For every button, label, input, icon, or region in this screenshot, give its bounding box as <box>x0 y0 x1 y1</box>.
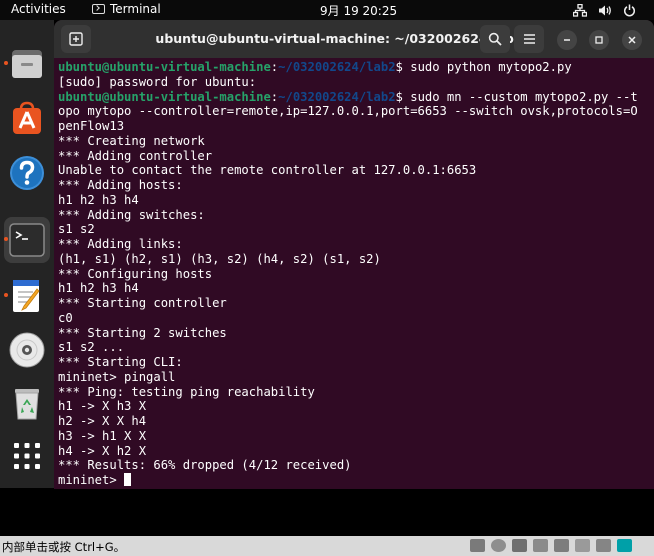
usb-icon[interactable] <box>533 539 548 552</box>
trash-icon <box>15 389 39 420</box>
terminal-window: ubuntu@ubuntu-virtual-machine: ~/0320026… <box>54 20 654 489</box>
search-button[interactable] <box>480 25 510 53</box>
dock-item-files[interactable] <box>4 41 50 87</box>
text-cursor <box>124 473 132 486</box>
terminal-line: *** Adding links: <box>58 237 183 251</box>
terminal-line: ubuntu@ubuntu-virtual-machine:~/03200262… <box>58 89 638 104</box>
prompt-user: ubuntu@ubuntu-virtual-machine <box>58 89 271 104</box>
terminal-line: c0 <box>58 310 73 325</box>
text-editor-icon <box>13 280 40 312</box>
vm-hint-text: 内部单击或按 Ctrl+G。 <box>2 540 126 554</box>
vm-device-icons <box>470 539 632 552</box>
terminal-line: *** Starting 2 switches <box>58 325 227 340</box>
terminal-line: *** Configuring hosts <box>58 266 213 281</box>
app-grid-icon <box>14 443 40 469</box>
terminal-line: h3 -> h1 X X <box>58 428 147 443</box>
dock-item-terminal[interactable] <box>4 217 50 263</box>
dock-item-trash[interactable] <box>4 381 50 427</box>
prompt-user: ubuntu@ubuntu-virtual-machine <box>58 60 271 74</box>
prompt-path: ~/032002624/lab2 <box>278 89 396 104</box>
dock-item-app-center[interactable] <box>4 95 50 141</box>
terminal-line: h2 -> X X h4 <box>58 414 147 428</box>
power-icon <box>623 4 636 16</box>
terminal-output[interactable]: ubuntu@ubuntu-virtual-machine:~/03200262… <box>58 59 654 489</box>
terminal-line: [sudo] password for ubuntu: <box>58 74 257 89</box>
dock-item-help[interactable] <box>4 150 50 196</box>
command-text: sudo mn --custom mytopo2.py --t <box>402 89 638 104</box>
terminal-line: h1 h2 h3 h4 <box>58 281 139 296</box>
network-adapter-icon[interactable] <box>512 539 527 552</box>
terminal-line: h1 h2 h3 h4 <box>58 192 139 207</box>
running-indicator <box>4 237 8 241</box>
terminal-line: *** Results: 66% dropped (4/12 received) <box>58 458 352 473</box>
maximize-button[interactable] <box>589 30 609 50</box>
terminal-icon <box>9 223 45 257</box>
minimize-button[interactable] <box>557 30 577 50</box>
search-icon <box>488 32 502 46</box>
new-tab-button[interactable] <box>61 25 91 53</box>
dvd-icon <box>9 332 45 368</box>
terminal-line: *** Starting CLI: <box>58 355 183 369</box>
dock <box>0 20 54 488</box>
terminal-line: *** Starting controller <box>58 296 227 310</box>
display-icon[interactable] <box>596 539 611 552</box>
dock-item-text-editor[interactable] <box>4 273 50 319</box>
clock[interactable]: 9月 19 20:25 <box>320 2 397 19</box>
terminal-line: h4 -> X h2 X <box>58 443 147 458</box>
terminal-line: Unable to contact the remote controller … <box>58 163 477 178</box>
terminal-line: *** Adding switches: <box>58 207 205 222</box>
top-bar: Activities Terminal 9月 19 20:25 <box>0 0 654 20</box>
hamburger-menu-button[interactable] <box>514 25 544 53</box>
terminal-line: (h1, s1) (h2, s1) (h3, s2) (h4, s2) (s1,… <box>58 251 381 266</box>
sound-icon[interactable] <box>554 539 569 552</box>
terminal-line: *** Ping: testing ping reachability <box>58 384 315 399</box>
help-icon <box>10 156 44 190</box>
window-title: ubuntu@ubuntu-virtual-machine: ~/0320026… <box>155 31 523 46</box>
app-center-icon <box>13 101 41 134</box>
system-tray[interactable] <box>573 2 636 18</box>
terminal-line: mininet> pingall <box>58 369 176 384</box>
prompt-path: ~/032002624/lab2 <box>278 60 396 74</box>
terminal-line: h1 -> X h3 X <box>58 399 147 414</box>
network-icon <box>573 3 587 17</box>
maximize-icon <box>595 36 603 44</box>
app-menu-label: Terminal <box>110 2 161 16</box>
minimize-icon <box>564 39 570 41</box>
close-icon <box>628 36 636 44</box>
terminal-line: ubuntu@ubuntu-virtual-machine:~/03200262… <box>58 60 572 74</box>
window-header-bar[interactable]: ubuntu@ubuntu-virtual-machine: ~/0320026… <box>54 20 654 58</box>
terminal-line: *** Adding hosts: <box>58 178 183 192</box>
printer-icon[interactable] <box>575 539 590 552</box>
files-icon <box>12 50 42 78</box>
mininet-prompt: mininet> <box>58 473 125 487</box>
close-button[interactable] <box>622 30 642 50</box>
dock-item-dvd[interactable] <box>4 327 50 373</box>
terminal-line: s1 s2 ... <box>58 340 125 355</box>
vm-status-bar: 内部单击或按 Ctrl+G。 <box>0 536 654 556</box>
command-text: sudo python mytopo2.py <box>402 60 572 74</box>
volume-icon <box>599 5 611 15</box>
cd-icon[interactable] <box>491 539 506 552</box>
terminal-line: penFlow13 <box>58 119 125 133</box>
terminal-line: opo mytopo --controller=remote,ip=127.0.… <box>58 104 638 119</box>
hamburger-icon <box>523 34 535 44</box>
terminal-line: s1 s2 <box>58 222 95 237</box>
new-tab-icon <box>69 32 83 46</box>
terminal-prompt-line: mininet> <box>58 473 654 488</box>
dock-item-app-grid[interactable] <box>4 433 50 479</box>
app-menu[interactable]: Terminal <box>92 2 161 16</box>
terminal-line: *** Adding controller <box>58 148 213 163</box>
running-indicator <box>4 293 8 297</box>
hdd-icon[interactable] <box>470 539 485 552</box>
terminal-icon <box>92 4 105 14</box>
running-indicator <box>4 61 8 65</box>
message-icon[interactable] <box>617 539 632 552</box>
activities-button[interactable]: Activities <box>11 2 66 16</box>
terminal-line: *** Creating network <box>58 133 205 148</box>
